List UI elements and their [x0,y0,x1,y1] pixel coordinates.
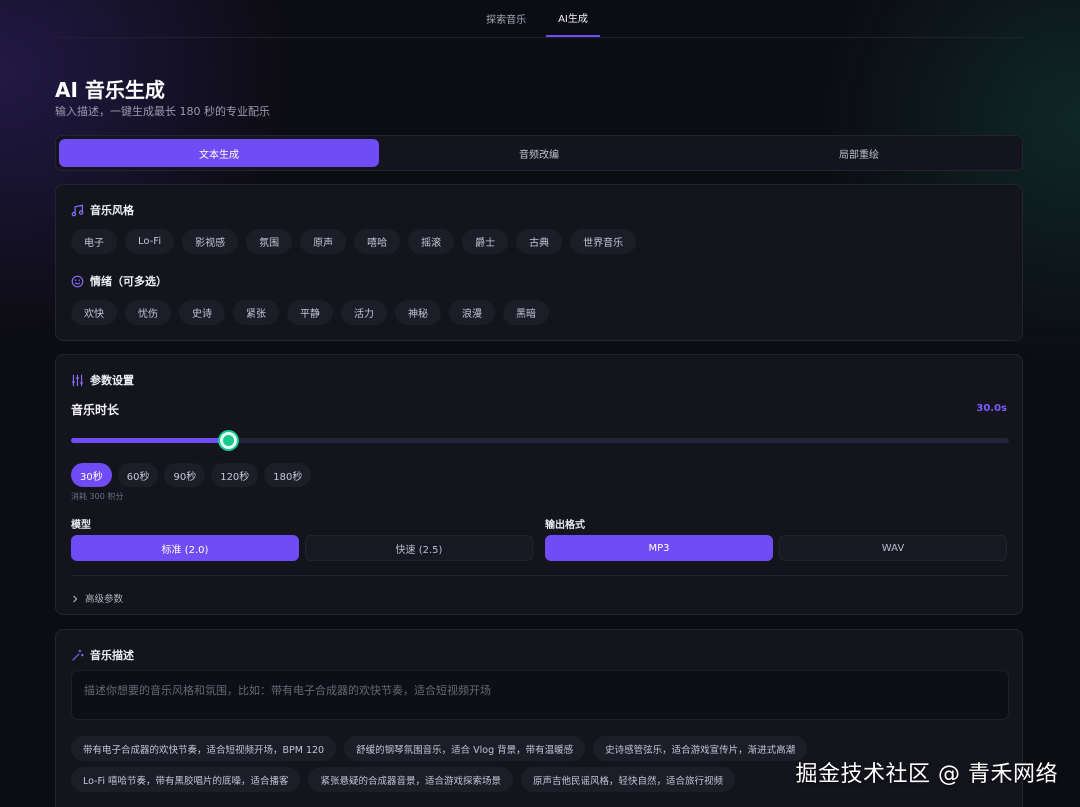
mood-chip[interactable]: 平静 [287,300,333,325]
credit-cost: 消耗 300 积分 [71,492,124,501]
duration-value: 30.0s [976,403,1007,414]
duration-label: 音乐时长 [71,403,120,417]
suggestion-chip[interactable]: 带有电子合成器的欢快节奏，适合短视频开场，BPM 120 [71,736,337,761]
params-card: 参数设置 音乐时长 30.0s 30秒 60秒 90秒 120秒 180秒 消耗… [55,354,1023,615]
format-select: MP3 WAV [545,535,1007,561]
mode-text-generate[interactable]: 文本生成 [59,139,379,167]
mood-header: 情绪（可多选） [71,273,167,289]
mood-chip[interactable]: 忧伤 [125,300,171,325]
advanced-label: 高级参数 [85,593,124,605]
duration-preset-30[interactable]: 30秒 [71,463,112,487]
params-label: 参数设置 [90,374,134,387]
suggestions-row-1: 带有电子合成器的欢快节奏，适合短视频开场，BPM 120 舒缓的钢琴氛围音乐，适… [71,736,808,761]
mode-switch: 文本生成 音频改编 局部重绘 [55,135,1023,171]
mood-chip[interactable]: 活力 [341,300,387,325]
duration-preset-120[interactable]: 120秒 [211,463,259,487]
style-mood-card: 音乐风格 电子 Lo-Fi 影视感 氛围 原声 嘻哈 摇滚 爵士 古典 世界音乐… [55,184,1023,341]
description-header: 音乐描述 [71,647,134,663]
suggestion-chip[interactable]: 舒缓的钢琴氛围音乐，适合 Vlog 背景，带有温暖感 [344,736,586,761]
mode-partial-repaint[interactable]: 局部重绘 [699,139,1019,167]
mood-chip[interactable]: 浪漫 [449,300,495,325]
suggestion-chip[interactable]: Lo-Fi 嘻哈节奏，带有黑胶唱片的底噪，适合播客 [71,767,301,792]
watermark: 掘金技术社区 @ 青禾网络 [795,762,1058,787]
duration-slider-thumb[interactable] [220,432,237,449]
description-input[interactable] [71,670,1009,720]
magic-wand-icon [71,649,84,662]
suggestion-chip[interactable]: 史诗感管弦乐，适合游戏宣传片，渐进式高潮 [593,736,808,761]
style-label: 音乐风格 [90,204,134,217]
model-label: 模型 [71,520,91,531]
style-chip[interactable]: 嘻哈 [354,229,401,254]
style-header: 音乐风格 [71,202,134,218]
page-title: AI 音乐生成 [55,78,165,102]
top-nav: 探索音乐 AI生成 [55,0,1025,38]
style-chip[interactable]: 原声 [300,229,347,254]
format-option-wav[interactable]: WAV [779,535,1007,561]
chevron-right-icon [71,588,79,607]
mood-chip[interactable]: 史诗 [179,300,225,325]
duration-slider-fill [71,438,228,443]
style-chip[interactable]: 电子 [71,229,117,254]
params-header: 参数设置 [71,372,134,388]
model-select: 标准 (2.0) 快速 (2.5) [71,535,533,561]
mood-chip[interactable]: 紧张 [233,300,279,325]
format-option-mp3[interactable]: MP3 [545,535,773,561]
music-note-icon [71,203,84,217]
sliders-icon [71,374,84,387]
mood-label: 情绪（可多选） [90,275,167,288]
style-chip[interactable]: 爵士 [462,229,509,254]
suggestion-chip[interactable]: 原声吉他民谣风格，轻快自然，适合旅行视频 [521,767,736,792]
advanced-toggle[interactable]: 高级参数 [71,588,123,607]
page-subtitle: 输入描述，一键生成最长 180 秒的专业配乐 [55,105,270,118]
mood-chip[interactable]: 神秘 [395,300,441,325]
description-label: 音乐描述 [90,649,134,662]
duration-preset-60[interactable]: 60秒 [117,463,159,487]
style-chip[interactable]: 氛围 [246,229,293,254]
divider [71,575,1009,576]
style-chip[interactable]: 世界音乐 [570,229,637,254]
duration-presets: 30秒 60秒 90秒 120秒 180秒 [71,463,312,487]
duration-slider[interactable] [71,432,1009,449]
smile-icon [71,275,84,288]
suggestion-chip[interactable]: 紧张悬疑的合成器音景，适合游戏探索场景 [308,767,513,792]
mode-audio-adapt[interactable]: 音频改编 [379,139,699,167]
style-chip[interactable]: 古典 [516,229,563,254]
format-label: 输出格式 [545,520,585,531]
model-option-standard[interactable]: 标准 (2.0) [71,535,299,561]
tab-explore-music[interactable]: 探索音乐 [480,0,532,36]
tab-ai-generate[interactable]: AI生成 [546,0,600,37]
mood-chip[interactable]: 欢快 [71,300,117,325]
style-chip[interactable]: Lo-Fi [125,229,175,254]
duration-preset-180[interactable]: 180秒 [264,463,312,487]
style-chip[interactable]: 摇滚 [408,229,455,254]
style-chips: 电子 Lo-Fi 影视感 氛围 原声 嘻哈 摇滚 爵士 古典 世界音乐 [71,229,637,254]
duration-preset-90[interactable]: 90秒 [164,463,206,487]
mood-chip[interactable]: 黑暗 [503,300,549,325]
model-option-fast[interactable]: 快速 (2.5) [305,535,533,561]
suggestions-row-2: Lo-Fi 嘻哈节奏，带有黑胶唱片的底噪，适合播客 紧张悬疑的合成器音景，适合游… [71,767,736,792]
mood-chips: 欢快 忧伤 史诗 紧张 平静 活力 神秘 浪漫 黑暗 [71,300,549,325]
style-chip[interactable]: 影视感 [182,229,239,254]
